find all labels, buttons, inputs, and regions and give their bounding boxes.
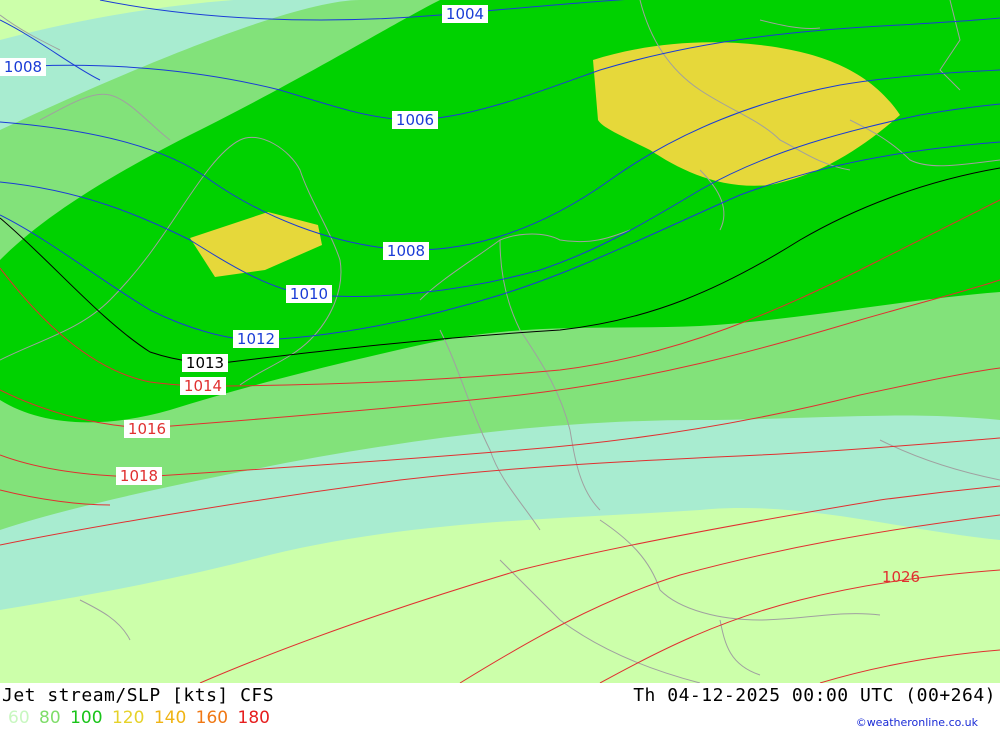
isobar-label-1018: 1018 (116, 467, 162, 485)
isobar-label-1010: 1010 (286, 285, 332, 303)
svg-text:1013: 1013 (186, 354, 224, 372)
svg-text:1016: 1016 (128, 420, 166, 438)
svg-text:1018: 1018 (120, 467, 158, 485)
isobar-label-1004: 1004 (442, 5, 488, 23)
legend-item-180: 180 (237, 708, 270, 728)
legend-item-60: 60 (8, 708, 30, 728)
svg-text:1008: 1008 (387, 242, 425, 260)
svg-text:1026: 1026 (882, 568, 920, 586)
legend-item-120: 120 (111, 708, 145, 728)
isobar-label-1013: 1013 (182, 354, 228, 372)
legend-item-160: 160 (195, 708, 229, 728)
map-title: Jet stream/SLP [kts] CFS (2, 685, 275, 706)
legend-item-140: 140 (153, 708, 187, 728)
legend-item-80: 80 (39, 708, 61, 728)
jet-stream-map: 1004 1006 1008 1008 1010 1012 1013 1014 … (0, 0, 1000, 683)
legend-item-100: 100 (70, 708, 103, 728)
isobar-label-1016: 1016 (124, 420, 170, 438)
isobar-label-1008: 1008 (383, 242, 429, 260)
svg-text:1006: 1006 (396, 111, 434, 129)
map-datetime: Th 04-12-2025 00:00 UTC (00+264) (633, 685, 996, 706)
bottom-bar: Jet stream/SLP [kts] CFS Th 04-12-2025 0… (0, 683, 1000, 733)
map-area: 1004 1006 1008 1008 1010 1012 1013 1014 … (0, 0, 1000, 683)
svg-text:1008: 1008 (4, 58, 42, 76)
svg-text:1004: 1004 (446, 5, 484, 23)
isobar-label-1006: 1006 (392, 111, 438, 129)
speed-legend: 60 80 100 120 140 160 180 (8, 708, 274, 728)
svg-text:1010: 1010 (290, 285, 328, 303)
isobar-label-1012: 1012 (233, 330, 279, 348)
credit-link[interactable]: ©weatheronline.co.uk (856, 716, 978, 729)
isobar-label-1014: 1014 (180, 377, 226, 395)
isobar-label-1026: 1026 (882, 568, 920, 586)
svg-text:1012: 1012 (237, 330, 275, 348)
svg-text:1014: 1014 (184, 377, 222, 395)
isobar-label-1008-west: 1008 (0, 58, 46, 76)
